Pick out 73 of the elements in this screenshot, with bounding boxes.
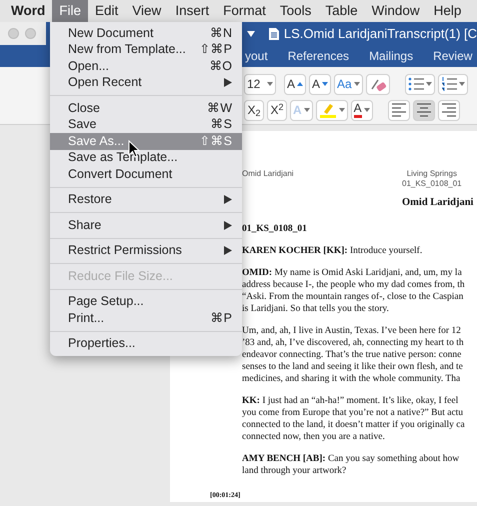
document-icon <box>268 26 280 40</box>
caret-icon <box>364 108 370 112</box>
menu-item[interactable]: Page Setup... <box>50 294 242 310</box>
align-right-button[interactable] <box>438 100 460 120</box>
menu-item: Reduce File Size... <box>67 268 174 284</box>
shrink-font-button[interactable]: A <box>309 74 332 94</box>
caret-icon <box>458 82 465 86</box>
header-text: Living Springs 01_KS_0108_01 <box>402 169 462 189</box>
menu-title[interactable]: Tools <box>272 0 318 22</box>
script-button[interactable]: X$^{2}$ <box>267 100 287 120</box>
paragraph: AMY BENCH [AB]: Can you say something about how land through your artwork? <box>242 453 460 477</box>
ribbon-tab[interactable]: Review <box>433 47 472 65</box>
caret-icon <box>354 82 360 86</box>
up-triangle-icon <box>297 82 304 86</box>
caret-icon <box>304 108 310 112</box>
caret-icon <box>246 30 255 36</box>
paragraph: OMID: My name is Omid Aski Laridjani, and, um, my la address because I-, the people who my dad comes from, th “Aski. From the mountain ranges of-, close to the Caspian is Laridjani. So that tells you the story. <box>242 267 466 315</box>
caret-icon <box>267 82 273 86</box>
submenu-arrow-icon <box>224 195 232 204</box>
window-title: LS.Omid LaridjaniTranscript(1) [C <box>284 24 477 43</box>
menu-item[interactable]: Open... ⌘O <box>50 58 242 74</box>
ribbon-tab[interactable]: Mailings <box>369 47 414 65</box>
numbered-list-icon <box>440 76 457 92</box>
menu-item[interactable]: Open Recent <box>50 74 242 91</box>
bullet-list-icon <box>408 76 424 92</box>
app-menu[interactable]: Word <box>4 0 52 22</box>
header-text: Omid Laridjani <box>242 169 295 180</box>
menu-title[interactable]: File <box>52 0 88 22</box>
menu-title[interactable]: Window <box>364 0 427 22</box>
align-right-icon <box>440 102 457 118</box>
menu-item[interactable]: New from Template... ⇧⌘P <box>50 42 242 58</box>
menu-title[interactable]: Insert <box>168 0 216 22</box>
submenu-arrow-icon <box>224 78 232 88</box>
align-left-icon <box>390 102 407 118</box>
highlighter-icon <box>318 102 337 118</box>
menu-item[interactable]: Save as Template... <box>50 150 242 166</box>
document-title: Omid Laridjani <box>402 197 474 209</box>
menu-item[interactable]: Share <box>50 217 242 234</box>
menu-title[interactable]: Edit <box>88 0 126 22</box>
bullets-button[interactable] <box>404 74 435 94</box>
down-triangle-icon <box>322 82 328 86</box>
align-left-button[interactable] <box>388 100 410 120</box>
ribbon-tab[interactable]: References <box>288 47 350 65</box>
menu-title[interactable]: Help <box>426 0 468 22</box>
menu-title[interactable]: View <box>125 0 168 22</box>
menu-title[interactable]: Table <box>318 0 365 22</box>
align-center-button[interactable] <box>412 100 435 120</box>
menu-item[interactable]: Print... ⌘P <box>50 310 242 326</box>
submenu-arrow-icon <box>224 220 232 230</box>
paragraph: Um, and, ah, I live in Austin, Texas. I’ve been here for 12 ’83 and, ah, I’ve discovered, ah, connecting my heart to th endeavor connecting. That’s the true native person: conne senses to the land and seeing it like their own flesh, and te medicines, and sharing it with the whole community. Tha <box>242 325 465 385</box>
menu-title[interactable]: Format <box>216 0 273 22</box>
grow-font-button[interactable]: A <box>284 74 306 94</box>
menu-item[interactable]: Save ⌘S <box>50 116 242 133</box>
menu-item[interactable]: Restrict Permissions <box>50 242 242 259</box>
menu-item[interactable]: Convert Document <box>50 166 242 182</box>
ribbon-tab[interactable]: yout <box>245 47 268 65</box>
caret-icon <box>426 82 432 86</box>
clear-formatting-button[interactable] <box>366 74 390 94</box>
caret-icon <box>338 108 345 112</box>
change-case-button[interactable]: Aa <box>334 74 363 94</box>
menu-item[interactable]: Restore <box>50 192 242 208</box>
font-color-button[interactable]: A <box>350 100 373 120</box>
menu-item[interactable]: Close ⌘W <box>50 100 242 116</box>
font-size-field[interactable]: 12 <box>244 74 276 94</box>
menu-item[interactable]: Properties... <box>50 336 242 352</box>
submenu-arrow-icon <box>224 246 232 256</box>
paragraph: KK: I just had an “ah-ha!” moment. It’s like, okay, I feel you come from Europe that you’re not a native?” But actu connected to the land, it doesn’t matter if you originally ca connected now, then you are a native. <box>242 395 466 443</box>
script-button[interactable]: X$_{2}$ <box>244 100 264 120</box>
file-id: 01_KS_0108_01 <box>242 223 308 235</box>
menu-item[interactable]: New Document ⌘N <box>50 25 242 42</box>
paragraph: KAREN KOCHER [KK]: Introduce yourself. <box>242 245 424 257</box>
numbering-button[interactable] <box>438 74 468 94</box>
align-center-icon <box>416 102 432 118</box>
